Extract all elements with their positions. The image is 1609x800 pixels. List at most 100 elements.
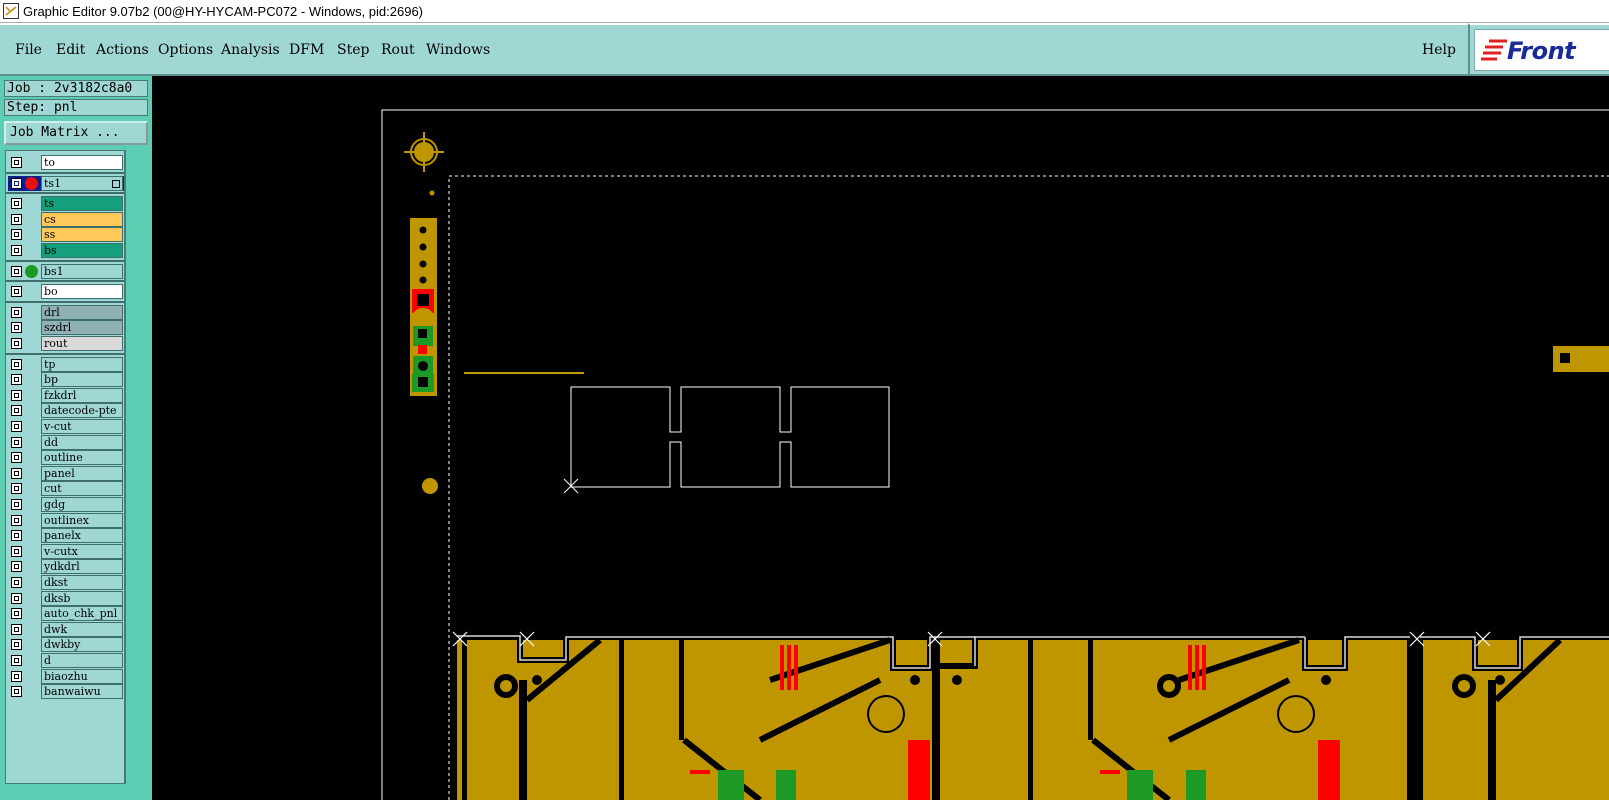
layer-row-v-cut[interactable]: v-cut: [8, 419, 124, 434]
layer-name[interactable]: dkst: [41, 575, 123, 590]
layer-row-panelx[interactable]: panelx: [8, 528, 124, 544]
layer-row-szdrl[interactable]: szdrl: [8, 320, 124, 336]
layer-checkbox[interactable]: [11, 436, 22, 448]
layer-name[interactable]: cs: [41, 211, 123, 227]
layer-name[interactable]: biaozhu: [41, 668, 123, 684]
layer-name[interactable]: auto_chk_pnl: [41, 606, 123, 622]
layer-row-to[interactable]: to: [8, 155, 124, 170]
layer-row-biaozhu[interactable]: biaozhu: [8, 668, 124, 684]
layer-checkbox[interactable]: [11, 561, 22, 573]
layer-row-bs1[interactable]: bs1: [8, 263, 124, 279]
layer-name[interactable]: fzkdrl: [41, 387, 123, 403]
layer-checkbox[interactable]: [11, 245, 22, 256]
layer-row-ydkdrl[interactable]: ydkdrl: [8, 559, 124, 575]
layer-checkbox[interactable]: [11, 545, 22, 557]
layer-name[interactable]: bs1: [41, 263, 123, 279]
layer-row-v-cutx[interactable]: v-cutx: [8, 543, 124, 559]
layer-checkbox[interactable]: [11, 213, 22, 225]
layer-name[interactable]: bo: [41, 284, 123, 300]
layer-name[interactable]: bs: [41, 243, 123, 258]
layer-checkbox[interactable]: [11, 338, 22, 349]
menu-file[interactable]: File: [15, 42, 42, 58]
layer-row-outline[interactable]: outline: [8, 450, 124, 466]
layer-checkbox[interactable]: [11, 198, 22, 210]
layer-row-dwkby[interactable]: dwkby: [8, 637, 124, 653]
layer-name[interactable]: outlinex: [41, 512, 123, 528]
layer-name[interactable]: rout: [41, 336, 123, 351]
layer-row-dd[interactable]: dd: [8, 434, 124, 450]
layer-name[interactable]: ts1: [41, 175, 123, 191]
layer-checkbox[interactable]: [11, 421, 22, 432]
layer-row-datecode-pte[interactable]: datecode-pte: [8, 403, 124, 419]
layer-checkbox[interactable]: [11, 452, 22, 464]
layer-row-ts[interactable]: ts: [8, 196, 124, 212]
layer-checkbox[interactable]: [11, 670, 22, 682]
layer-checkbox[interactable]: [11, 499, 22, 510]
graphic-canvas[interactable]: [152, 76, 1609, 800]
layer-row-d[interactable]: d: [8, 653, 124, 668]
menu-actions[interactable]: Actions: [96, 42, 149, 58]
layer-row-ss[interactable]: ss: [8, 227, 124, 243]
menu-help[interactable]: Help: [1422, 42, 1456, 58]
layer-name[interactable]: ss: [41, 227, 123, 243]
layer-row-bs[interactable]: bs: [8, 243, 124, 258]
layer-checkbox[interactable]: [11, 389, 22, 401]
layer-checkbox[interactable]: [11, 639, 22, 651]
layer-checkbox[interactable]: [11, 306, 22, 318]
layer-checkbox[interactable]: [11, 265, 22, 277]
layer-name[interactable]: tp: [41, 356, 123, 372]
layer-row-outlinex[interactable]: outlinex: [8, 512, 124, 528]
layer-row-drl[interactable]: drl: [8, 304, 124, 320]
layer-name[interactable]: dwkby: [41, 637, 123, 653]
layer-checkbox[interactable]: [11, 514, 22, 526]
menu-dfm[interactable]: DFM: [289, 42, 324, 58]
layer-row-fzkdrl[interactable]: fzkdrl: [8, 387, 124, 403]
layer-row-gdg[interactable]: gdg: [8, 497, 124, 512]
layer-row-panel[interactable]: panel: [8, 465, 124, 481]
layer-row-cut[interactable]: cut: [8, 481, 124, 497]
layer-name[interactable]: datecode-pte: [41, 403, 123, 419]
layer-name[interactable]: v-cut: [41, 419, 123, 434]
layer-row-dwk[interactable]: dwk: [8, 621, 124, 637]
layer-checkbox[interactable]: [11, 374, 22, 386]
layer-name[interactable]: banwaiwu: [41, 684, 123, 700]
layer-name[interactable]: to: [41, 155, 123, 170]
layer-name[interactable]: drl: [41, 304, 123, 320]
layer-checkbox[interactable]: [11, 229, 22, 241]
layer-name[interactable]: panel: [41, 465, 123, 481]
layer-name[interactable]: dd: [41, 434, 123, 450]
layer-list[interactable]: to ts1 ts cs ss bs bs1 bo drl szdrl rout tp bp fzkdrl…: [5, 150, 125, 784]
layer-name[interactable]: outline: [41, 450, 123, 466]
layer-name[interactable]: gdg: [41, 497, 123, 512]
layer-name[interactable]: dksb: [41, 590, 123, 606]
layer-checkbox[interactable]: [11, 358, 22, 370]
layer-checkbox[interactable]: [11, 623, 22, 635]
layer-row-dksb[interactable]: dksb: [8, 590, 124, 606]
layer-name[interactable]: bp: [41, 372, 123, 388]
layer-name[interactable]: ts: [41, 196, 123, 212]
layer-name[interactable]: cut: [41, 481, 123, 497]
layer-checkbox[interactable]: [11, 592, 22, 604]
layer-row-dkst[interactable]: dkst: [8, 575, 124, 590]
job-matrix-button[interactable]: Job Matrix ...: [4, 121, 148, 145]
menu-windows[interactable]: Windows: [426, 42, 490, 58]
layer-row-tp[interactable]: tp: [8, 356, 124, 372]
layer-row-ts1[interactable]: ts1: [8, 175, 124, 191]
layer-name[interactable]: ydkdrl: [41, 559, 123, 575]
layer-checkbox[interactable]: [11, 608, 22, 620]
layer-row-rout[interactable]: rout: [8, 336, 124, 351]
layer-checkbox[interactable]: [11, 157, 22, 168]
menu-step[interactable]: Step: [337, 42, 369, 58]
layer-checkbox[interactable]: [11, 655, 22, 666]
layer-row-banwaiwu[interactable]: banwaiwu: [8, 684, 124, 700]
layer-list-scrollbar[interactable]: [125, 150, 148, 784]
layer-row-auto_chk_pnl[interactable]: auto_chk_pnl: [8, 606, 124, 622]
menu-analysis[interactable]: Analysis: [221, 42, 280, 58]
layer-name[interactable]: szdrl: [41, 320, 123, 336]
menu-rout[interactable]: Rout: [381, 42, 415, 58]
layer-name[interactable]: v-cutx: [41, 543, 123, 559]
layer-checkbox[interactable]: [11, 530, 22, 542]
layer-checkbox[interactable]: [11, 577, 22, 588]
layer-checkbox[interactable]: [11, 405, 22, 417]
layer-checkbox[interactable]: [11, 467, 22, 479]
